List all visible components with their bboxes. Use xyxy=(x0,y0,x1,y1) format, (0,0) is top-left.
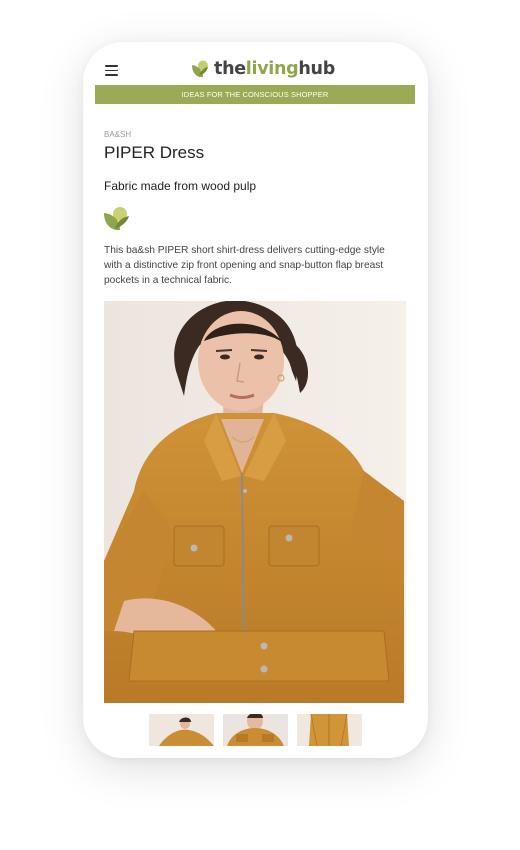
tagline-banner: IDEAS FOR THE CONSCIOUS SHOPPER xyxy=(95,85,415,104)
hamburger-menu-icon[interactable] xyxy=(105,65,118,76)
leaf-badge-icon xyxy=(104,207,129,231)
thumbnail-image-1 xyxy=(149,714,214,746)
gallery-thumbnail[interactable] xyxy=(149,714,214,746)
product-description: This ba&sh PIPER short shirt-dress deliv… xyxy=(104,245,385,287)
product-main-image[interactable] xyxy=(104,301,406,703)
product-brand: BA&SH xyxy=(104,130,132,139)
logo-wordmark: thelivinghub xyxy=(214,58,335,80)
product-subtitle: Fabric made from wood pulp xyxy=(104,179,257,193)
phone-frame: thelivinghub IDEAS FOR THE CONSCIOUS SHO… xyxy=(83,42,428,758)
gallery-thumbnail[interactable] xyxy=(223,714,288,746)
product-title: PIPER Dress xyxy=(104,143,205,162)
thumbnail-image-3 xyxy=(297,714,362,746)
thumbnail-image-2 xyxy=(223,714,288,746)
logo-text-the: the xyxy=(214,59,246,79)
model-photo xyxy=(104,301,406,703)
gallery-thumbnail[interactable] xyxy=(297,714,362,746)
site-logo[interactable]: thelivinghub xyxy=(190,58,335,80)
logo-text-living: living xyxy=(245,59,299,79)
logo-text-hub: hub xyxy=(298,59,335,79)
leaf-logo-icon xyxy=(192,60,208,78)
